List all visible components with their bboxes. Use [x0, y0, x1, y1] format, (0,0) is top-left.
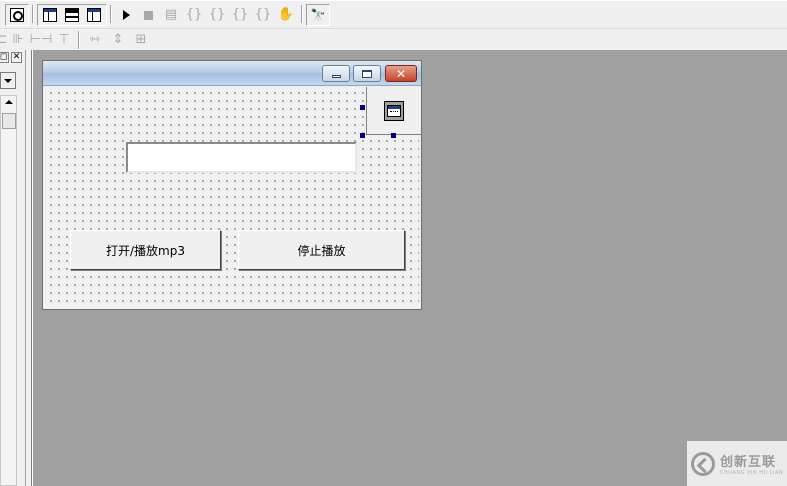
form-layout-button[interactable]	[62, 5, 82, 25]
make-same-width-icon: ⇿	[89, 32, 101, 47]
layout-icon	[43, 8, 57, 22]
standard-toolbar: ▤ {} {} {} {} ✋ 🔭	[0, 0, 787, 28]
find-button[interactable]: 🔭	[308, 5, 328, 25]
close-icon: ✕	[395, 66, 407, 81]
selection-handle[interactable]	[360, 105, 365, 110]
maximize-button[interactable]	[353, 65, 381, 82]
timer-control[interactable]	[366, 87, 421, 135]
align-left-icon: ⊏	[0, 32, 8, 47]
space-across-icon: ⊢⊣	[29, 32, 53, 47]
design-form-window[interactable]: ✕ 打开/播放mp3 停止播放	[42, 60, 422, 310]
properties-pane: ◻ ✕	[0, 50, 26, 486]
stop-play-label: 停止播放	[297, 243, 346, 258]
selection-handle[interactable]	[391, 133, 396, 138]
watermark-name-en: CHUANG XIN HU LIAN	[720, 470, 784, 476]
breakpoint-hand-button[interactable]: ✋	[276, 5, 296, 25]
alignment-toolbar: ⊏ ⊪ ⊢⊣ ⊤ ⇿ ⇕ ⊞	[0, 28, 787, 50]
restore-icon: ◻	[0, 52, 8, 62]
minimize-icon	[331, 75, 341, 78]
maximize-icon	[362, 69, 372, 78]
step-into-button[interactable]: {}	[184, 5, 204, 25]
space-down-button[interactable]: ⊤	[54, 30, 74, 50]
make-same-width-button[interactable]: ⇿	[85, 30, 105, 50]
toolbar-separator	[301, 5, 303, 23]
timer-icon	[384, 100, 404, 121]
run-to-cursor-icon: {}	[254, 7, 272, 22]
chevron-down-icon	[4, 78, 12, 83]
stop-button[interactable]	[138, 5, 158, 25]
compile-icon: ▤	[164, 7, 178, 22]
make-same-size-icon: ⊞	[135, 32, 147, 47]
stop-icon	[143, 10, 153, 20]
align-center-icon: ⊪	[12, 32, 24, 47]
toolbar-group-properties	[5, 4, 29, 26]
open-play-mp3-button[interactable]: 打开/播放mp3	[70, 230, 221, 270]
property-sheet-button[interactable]	[7, 5, 27, 25]
step-out-button[interactable]: {}	[230, 5, 250, 25]
watermark-logo: 创新互联 CHUANG XIN HU LIAN	[687, 441, 787, 486]
form-titlebar[interactable]: ✕	[43, 61, 421, 86]
form-client-grid[interactable]: 打开/播放mp3 停止播放	[45, 87, 421, 307]
close-button[interactable]: ✕	[385, 65, 417, 82]
open-play-mp3-label: 打开/播放mp3	[106, 243, 185, 258]
run-button[interactable]	[116, 5, 136, 25]
property-sheet-icon	[10, 8, 24, 22]
toolbar-separator	[110, 5, 112, 23]
layout-button[interactable]	[40, 5, 60, 25]
toolbar-group-find: 🔭	[306, 4, 330, 26]
object-combo[interactable]	[0, 72, 16, 89]
step-over-icon: {}	[208, 7, 226, 22]
find-icon: 🔭	[310, 8, 326, 22]
path-textbox[interactable]	[126, 142, 357, 173]
breakpoint-hand-icon: ✋	[277, 7, 295, 22]
selection-handle[interactable]	[360, 133, 365, 138]
align-center-button[interactable]: ⊪	[8, 30, 28, 50]
pane-restore-button[interactable]: ◻	[0, 52, 9, 63]
watermark-name-cn: 创新互联	[720, 455, 777, 470]
space-down-icon: ⊤	[58, 32, 70, 47]
make-same-size-button[interactable]: ⊞	[131, 30, 151, 50]
form-editor-button[interactable]	[84, 5, 104, 25]
run-to-cursor-button[interactable]: {}	[253, 5, 273, 25]
step-over-button[interactable]: {}	[207, 5, 227, 25]
compile-button[interactable]: ▤	[161, 5, 181, 25]
make-same-height-button[interactable]: ⇕	[108, 30, 128, 50]
toolbar-separator	[32, 5, 34, 23]
scrollbar-thumb[interactable]	[2, 113, 16, 129]
run-icon	[122, 10, 130, 20]
make-same-height-icon: ⇕	[112, 32, 124, 47]
form-editor-icon	[87, 8, 101, 22]
step-into-icon: {}	[185, 7, 203, 22]
step-out-icon: {}	[231, 7, 249, 22]
toolbar-group-layout	[37, 4, 107, 26]
brand-logo-icon	[691, 451, 715, 476]
pane-vertical-scrollbar[interactable]	[0, 95, 17, 486]
scroll-up-arrow-icon[interactable]	[5, 100, 13, 104]
minimize-button[interactable]	[322, 65, 350, 82]
pane-close-button[interactable]: ✕	[11, 52, 22, 63]
close-icon: ✕	[12, 52, 21, 62]
toolbar-separator	[78, 31, 80, 49]
stop-play-button[interactable]: 停止播放	[238, 230, 405, 270]
form-layout-icon	[65, 8, 79, 22]
space-across-button[interactable]: ⊢⊣	[29, 30, 53, 50]
combo-dropdown-button[interactable]	[1, 73, 15, 88]
